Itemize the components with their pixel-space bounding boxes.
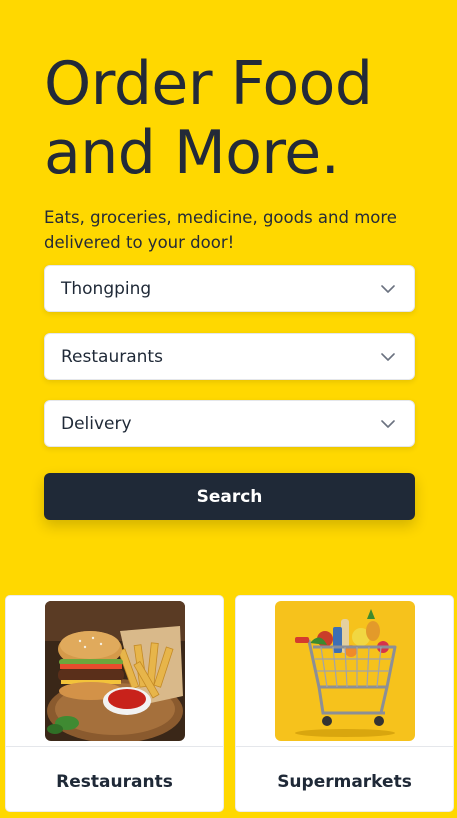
category-card-supermarkets[interactable]: Supermarkets	[235, 595, 454, 812]
chevron-down-icon	[381, 284, 395, 293]
hero: Order Food and More. Eats, groceries, me…	[44, 50, 424, 255]
search-button[interactable]: Search	[44, 473, 415, 520]
category-select-value: Restaurants	[61, 346, 163, 367]
burger-fries-image	[44, 601, 185, 741]
page-title: Order Food and More.	[44, 50, 424, 188]
delivery-mode-select-value: Delivery	[61, 413, 132, 434]
subtitle: Eats, groceries, medicine, goods and mor…	[44, 208, 397, 252]
title-line-2: and More.	[44, 118, 340, 188]
title-line-1: Order Food	[44, 49, 373, 119]
chevron-down-icon	[381, 352, 395, 361]
chevron-down-icon	[381, 419, 395, 428]
location-select-value: Thongping	[61, 278, 152, 299]
card-label: Supermarkets	[277, 772, 412, 792]
card-image-wrap	[6, 596, 223, 747]
category-card-restaurants[interactable]: Restaurants	[5, 595, 224, 812]
category-select[interactable]: Restaurants	[44, 333, 415, 380]
card-image-wrap	[236, 596, 453, 747]
location-select[interactable]: Thongping	[44, 265, 415, 312]
delivery-mode-select[interactable]: Delivery	[44, 400, 415, 447]
grocery-cart-image	[274, 601, 415, 741]
card-label: Restaurants	[56, 772, 173, 792]
